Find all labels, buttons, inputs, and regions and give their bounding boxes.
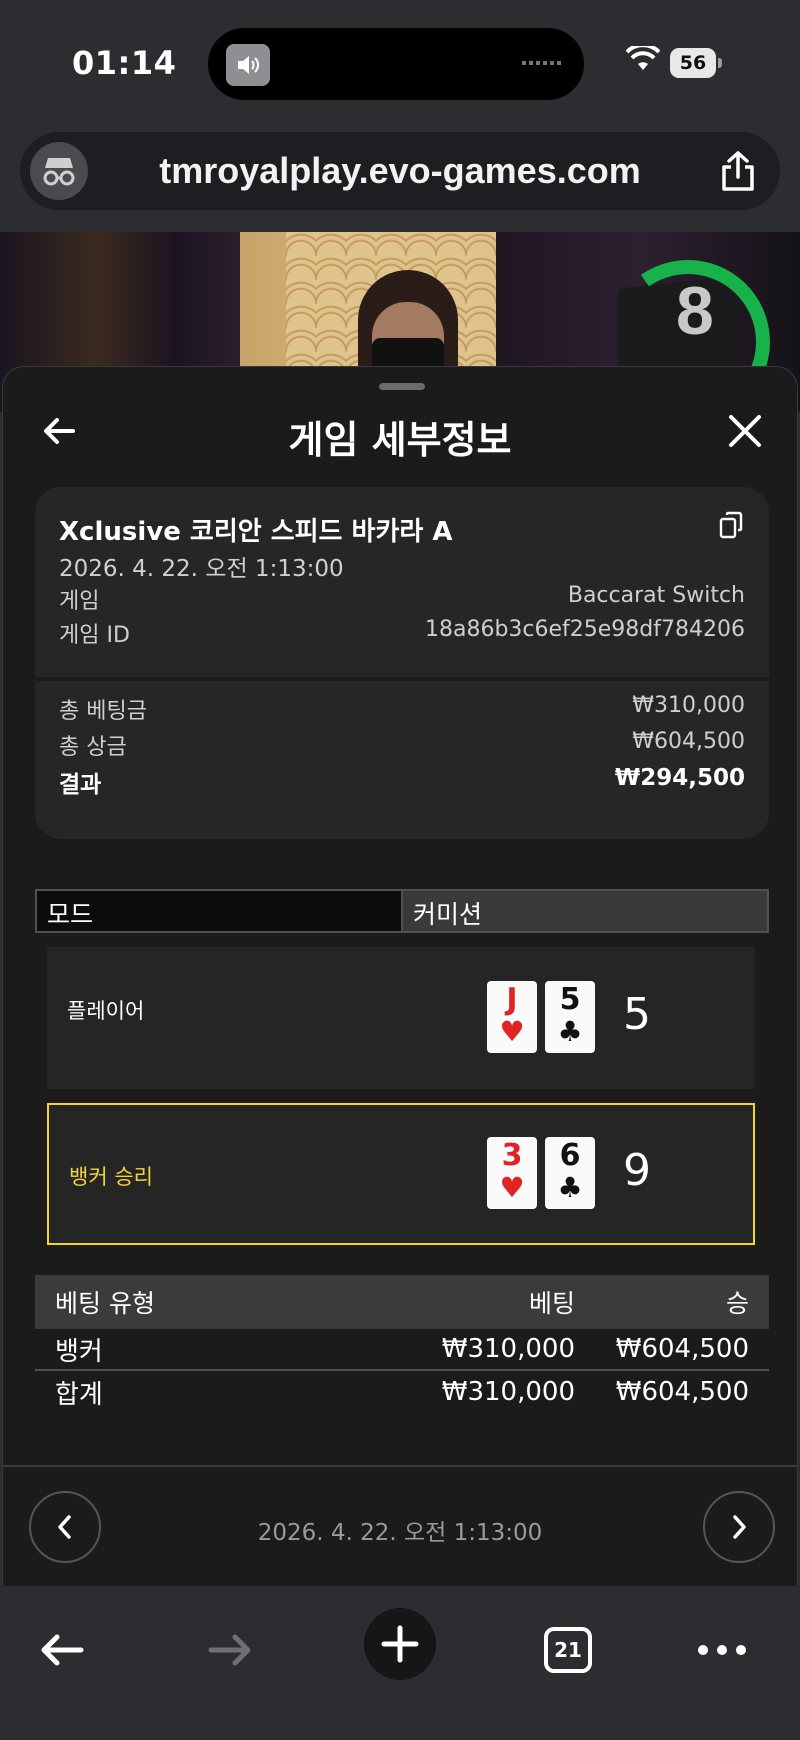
sheet-grabber[interactable] (379, 383, 425, 390)
mode-value: 커미션 (403, 891, 767, 931)
card-rank: 5 (559, 982, 581, 1017)
header-bet: 베팅 (528, 1289, 575, 1318)
player-score: 5 (623, 989, 651, 1040)
chevron-right-icon (733, 1515, 746, 1539)
player-label: 플레이어 (67, 999, 145, 1023)
heart-suit-icon: ♥ (499, 1171, 525, 1204)
share-icon[interactable] (718, 149, 758, 193)
bet-table: 베팅 유형 베팅 승 뱅커 ₩310,000 ₩604,500 합계 ₩310,… (35, 1275, 769, 1413)
game-type-label: 게임 (59, 589, 100, 614)
more-icon (698, 1645, 746, 1655)
incognito-icon[interactable] (30, 142, 88, 200)
banker-label: 뱅커 승리 (69, 1165, 153, 1189)
copy-icon[interactable] (719, 511, 743, 539)
card-rank: 6 (559, 1138, 581, 1173)
club-suit-icon: ♣ (557, 1015, 583, 1048)
new-tab-button[interactable] (364, 1608, 436, 1680)
more-menu-button[interactable] (682, 1614, 762, 1686)
result-label: 결과 (59, 772, 102, 798)
browser-toolbar: 21 (0, 1586, 800, 1740)
game-type-value: Baccarat Switch (567, 583, 745, 608)
round-date: 2026. 4. 22. 오전 1:13:00 (257, 1520, 543, 1546)
playing-card: J ♥ (487, 981, 537, 1053)
status-time: 01:14 (72, 44, 177, 82)
game-id-label: 게임 ID (59, 623, 130, 648)
header-bet-type: 베팅 유형 (55, 1289, 155, 1318)
player-hand: 플레이어 J ♥ 5 ♣ 5 (47, 947, 755, 1089)
browser-forward-button[interactable] (190, 1614, 270, 1686)
game-summary-card: Xclusive 코리안 스피드 바카라 A 2026. 4. 22. 오전 1… (35, 487, 769, 839)
mode-row: 모드 커미션 (35, 889, 769, 933)
sheet-title: 게임 세부정보 (288, 418, 512, 462)
result-row: 결과 ₩294,500 (59, 765, 745, 799)
card-rank: 3 (501, 1138, 523, 1173)
dynamic-island (208, 28, 584, 100)
club-suit-icon: ♣ (557, 1171, 583, 1204)
battery-tip (718, 58, 722, 68)
heart-suit-icon: ♥ (499, 1015, 525, 1048)
game-details-sheet: 게임 세부정보 Xclusive 코리안 스피드 바카라 A 2026. 4. … (2, 366, 798, 1586)
island-dots (522, 61, 564, 65)
browser-back-button[interactable] (22, 1614, 102, 1686)
tab-count: 21 (544, 1627, 592, 1673)
banker-score: 9 (623, 1145, 651, 1196)
forward-arrow-icon (208, 1634, 251, 1666)
banker-hand: 뱅커 승리 3 ♥ 6 ♣ 9 (47, 1103, 755, 1245)
next-round-button[interactable] (703, 1491, 775, 1563)
back-arrow-icon (41, 1634, 84, 1666)
player-cards: J ♥ 5 ♣ (487, 981, 595, 1053)
card-rank: J (506, 982, 518, 1017)
table-row: 뱅커 ₩310,000 ₩604,500 (35, 1329, 769, 1371)
url-bar[interactable]: tmroyalplay.evo-games.com (20, 132, 780, 210)
status-bar: 01:14 56 (0, 0, 800, 130)
total-bet-row: 총 베팅금 ₩310,000 (59, 693, 745, 725)
total-label: 합계 (55, 1379, 103, 1410)
close-icon[interactable] (725, 411, 765, 451)
game-id-value: 18a86b3c6ef25e98df784206 (424, 617, 745, 642)
battery-indicator: 56 (670, 48, 716, 78)
game-date: 2026. 4. 22. 오전 1:13:00 (59, 556, 344, 582)
playing-card: 3 ♥ (487, 1137, 537, 1209)
result-value: ₩294,500 (614, 765, 745, 791)
card-divider (35, 677, 769, 681)
row-win-amount: ₩604,500 (615, 1334, 749, 1364)
plus-icon (381, 1625, 419, 1663)
row-bet-type: 뱅커 (55, 1336, 103, 1367)
total-bet-label: 총 베팅금 (59, 699, 147, 724)
mode-label: 모드 (37, 891, 403, 931)
url-text[interactable]: tmroyalplay.evo-games.com (110, 150, 690, 192)
wifi-icon (626, 46, 660, 70)
total-win-value: ₩604,500 (632, 729, 745, 754)
bet-table-header: 베팅 유형 베팅 승 (35, 1275, 769, 1329)
total-bet-value: ₩310,000 (632, 693, 745, 718)
total-win-label: 총 상금 (59, 735, 127, 760)
sheet-divider (3, 1465, 797, 1467)
total-bet-amount: ₩310,000 (441, 1377, 575, 1407)
game-type-row: 게임 Baccarat Switch (59, 583, 745, 615)
total-win-row: 총 상금 ₩604,500 (59, 729, 745, 761)
banker-cards: 3 ♥ 6 ♣ (487, 1137, 595, 1209)
total-win-amount: ₩604,500 (615, 1377, 749, 1407)
row-bet-amount: ₩310,000 (441, 1334, 575, 1364)
table-total-row: 합계 ₩310,000 ₩604,500 (35, 1371, 769, 1413)
playing-card: 5 ♣ (545, 981, 595, 1053)
game-id-row: 게임 ID 18a86b3c6ef25e98df784206 (59, 617, 745, 649)
tabs-button[interactable]: 21 (528, 1614, 608, 1686)
header-win: 승 (725, 1289, 749, 1318)
countdown-number: 8 (676, 273, 714, 349)
game-name: Xclusive 코리안 스피드 바카라 A (59, 517, 453, 547)
playing-card: 6 ♣ (545, 1137, 595, 1209)
speaker-icon (226, 44, 270, 86)
